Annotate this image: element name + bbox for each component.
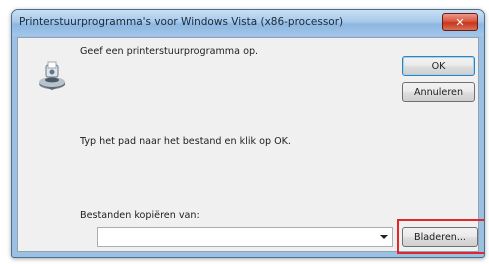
instruction-text: Typ het pad naar het bestand en klik op … <box>80 136 291 147</box>
printer-disk-icon <box>39 61 65 90</box>
path-combobox[interactable] <box>97 227 393 247</box>
cancel-button[interactable]: Annuleren <box>402 82 475 102</box>
close-icon: ✕ <box>455 15 465 29</box>
close-button[interactable]: ✕ <box>442 13 478 31</box>
chevron-down-icon[interactable] <box>380 235 388 239</box>
prompt-text: Geef een printerstuurprogramma op. <box>80 46 259 57</box>
title-bar[interactable]: Printerstuurprogramma's voor Windows Vis… <box>12 10 484 36</box>
ok-button[interactable]: OK <box>402 56 475 76</box>
window-title: Printerstuurprogramma's voor Windows Vis… <box>19 16 344 28</box>
copy-from-label: Bestanden kopiëren van: <box>80 210 200 221</box>
browse-highlight-box <box>397 219 484 254</box>
dialog-window: Printerstuurprogramma's voor Windows Vis… <box>11 9 485 258</box>
